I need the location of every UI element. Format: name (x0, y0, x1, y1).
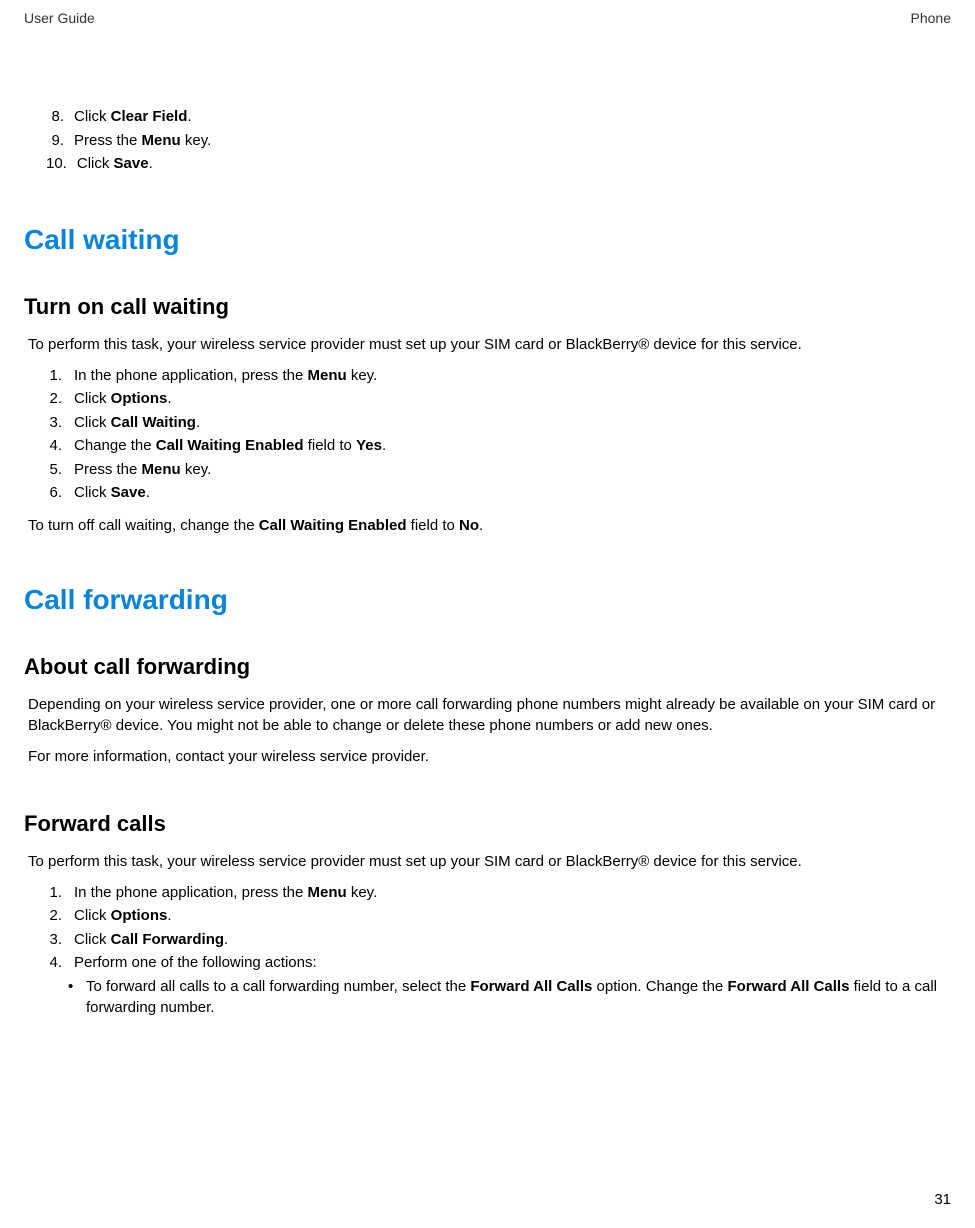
step-number: 2. (46, 388, 74, 411)
step-text: Change the Call Waiting Enabled field to… (74, 435, 386, 458)
step-number: 10. (46, 153, 77, 176)
paragraph: To perform this task, your wireless serv… (28, 334, 951, 355)
forward-calls-steps: 1. In the phone application, press the M… (24, 882, 951, 975)
list-item: 2. Click Options. (46, 388, 951, 411)
section-heading-call-forwarding: Call forwarding (24, 584, 951, 616)
list-item: 1. In the phone application, press the M… (46, 365, 951, 388)
bullet-dot: • (68, 976, 86, 1020)
step-text: Press the Menu key. (74, 459, 211, 482)
paragraph: For more information, contact your wirel… (28, 746, 951, 767)
step-text: Click Save. (77, 153, 153, 176)
step-number: 8. (46, 106, 74, 129)
step-number: 9. (46, 130, 74, 153)
step-text: Click Options. (74, 905, 172, 928)
header-left: User Guide (24, 10, 95, 26)
list-item: 1. In the phone application, press the M… (46, 882, 951, 905)
paragraph-turn-off: To turn off call waiting, change the Cal… (28, 515, 951, 536)
list-item: 6. Click Save. (46, 482, 951, 505)
subheading-turn-on-call-waiting: Turn on call waiting (24, 294, 951, 320)
bullet-text: To forward all calls to a call forwardin… (86, 976, 951, 1020)
step-text: Click Call Forwarding. (74, 929, 228, 952)
step-text: Click Call Waiting. (74, 412, 200, 435)
list-item: 9. Press the Menu key. (46, 130, 951, 153)
list-item: 2. Click Options. (46, 905, 951, 928)
subheading-about-call-forwarding: About call forwarding (24, 654, 951, 680)
header-right: Phone (911, 10, 951, 26)
list-item: 3. Click Call Forwarding. (46, 929, 951, 952)
list-item: 8. Click Clear Field. (46, 106, 951, 129)
step-number: 2. (46, 905, 74, 928)
forward-calls-bullets: • To forward all calls to a call forward… (68, 976, 951, 1020)
step-number: 5. (46, 459, 74, 482)
step-number: 1. (46, 882, 74, 905)
step-number: 4. (46, 435, 74, 458)
list-item: 4. Perform one of the following actions: (46, 952, 951, 975)
list-item: 10. Click Save. (46, 153, 951, 176)
list-item: 5. Press the Menu key. (46, 459, 951, 482)
paragraph: Depending on your wireless service provi… (28, 694, 951, 736)
list-item: 4. Change the Call Waiting Enabled field… (46, 435, 951, 458)
step-number: 4. (46, 952, 74, 975)
step-text: Click Clear Field. (74, 106, 192, 129)
list-item: • To forward all calls to a call forward… (68, 976, 951, 1020)
step-number: 6. (46, 482, 74, 505)
subheading-forward-calls: Forward calls (24, 811, 951, 837)
step-text: Click Save. (74, 482, 150, 505)
list-item: 3. Click Call Waiting. (46, 412, 951, 435)
step-text: Press the Menu key. (74, 130, 211, 153)
step-text: In the phone application, press the Menu… (74, 365, 377, 388)
call-waiting-steps: 1. In the phone application, press the M… (24, 365, 951, 505)
step-number: 1. (46, 365, 74, 388)
section-heading-call-waiting: Call waiting (24, 224, 951, 256)
initial-steps-list: 8. Click Clear Field. 9. Press the Menu … (24, 106, 951, 176)
step-text: In the phone application, press the Menu… (74, 882, 377, 905)
paragraph: To perform this task, your wireless serv… (28, 851, 951, 872)
page-number: 31 (934, 1191, 951, 1208)
step-number: 3. (46, 412, 74, 435)
step-text: Perform one of the following actions: (74, 952, 317, 975)
step-text: Click Options. (74, 388, 172, 411)
step-number: 3. (46, 929, 74, 952)
